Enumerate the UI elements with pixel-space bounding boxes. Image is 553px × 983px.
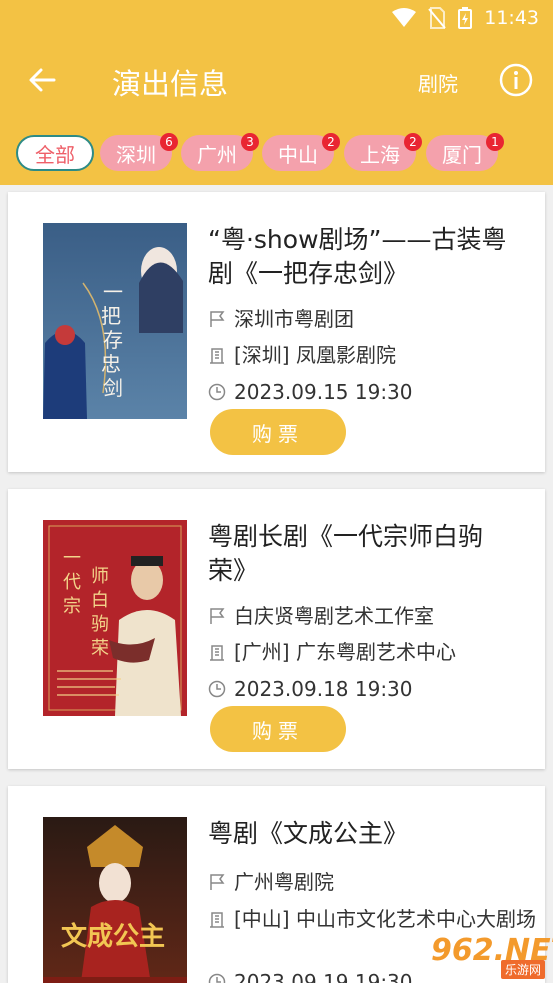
flag-icon [210, 311, 225, 327]
event-poster[interactable]: 一 代 宗 师 白 驹 荣 [43, 520, 187, 716]
info-icon [499, 63, 533, 97]
filter-chip-shenzhen[interactable]: 深圳 6 [100, 133, 178, 171]
event-datetime: 2023.09.18 19:30 [234, 677, 413, 701]
building-icon [210, 348, 224, 364]
clock-icon [208, 680, 226, 698]
status-bar: 11:43 [392, 6, 539, 30]
filter-chip-zhongshan[interactable]: 中山 2 [262, 133, 340, 171]
venue-row: [中山] 中山市文化艺术中心大剧场 [208, 906, 538, 932]
event-title[interactable]: 粤剧《文成公主》 [208, 817, 508, 851]
event-poster[interactable]: 一 把 存 忠 剑 [43, 223, 187, 419]
svg-text:宗: 宗 [63, 596, 81, 617]
filter-chip-guangzhou[interactable]: 广州 3 [181, 133, 259, 171]
svg-text:文成公主: 文成公主 [61, 921, 165, 952]
top-bar: 11:43 演出信息 剧院 全部 深圳 6 广州 3 中山 2 上海 2 厦门 … [0, 0, 553, 185]
event-card[interactable]: 一 把 存 忠 剑 “粤·show剧场”——古装粤剧《一把存忠剑》 深圳市粤剧团… [8, 192, 545, 472]
svg-text:师: 师 [91, 566, 109, 587]
app-bar: 演出信息 剧院 [0, 48, 553, 112]
event-troupe: 白庆贤粤剧艺术工作室 [234, 604, 434, 628]
svg-text:白: 白 [91, 590, 109, 611]
clock-icon [208, 973, 226, 983]
venue-row: [深圳] 凤凰影剧院 [208, 342, 538, 368]
event-troupe: 广州粤剧院 [234, 870, 334, 894]
buy-ticket-button[interactable]: 购票 [210, 409, 346, 455]
buy-ticket-button[interactable]: 购票 [210, 706, 346, 752]
flag-icon [210, 608, 225, 624]
filter-chip-label: 上海 [360, 142, 400, 167]
building-icon [210, 645, 224, 661]
svg-text:剑: 剑 [103, 376, 123, 400]
filter-chip-label: 深圳 [116, 142, 156, 167]
count-badge: 1 [486, 133, 504, 151]
filter-chip-xiamen[interactable]: 厦门 1 [426, 133, 504, 171]
flag-icon [210, 874, 225, 890]
clock-icon [208, 383, 226, 401]
count-badge: 3 [241, 133, 259, 151]
event-card[interactable]: 一 代 宗 师 白 驹 荣 粤剧长剧《一代宗师白驹荣》 白庆贤粤剧艺术工作室 [… [8, 489, 545, 769]
info-button[interactable] [499, 63, 533, 97]
event-datetime: 2023.09.15 19:30 [234, 380, 413, 404]
filter-chip-label: 广州 [197, 142, 237, 167]
count-badge: 2 [322, 133, 340, 151]
datetime-row: 2023.09.18 19:30 [208, 676, 538, 702]
troupe-row: 白庆贤粤剧艺术工作室 [208, 603, 538, 629]
site-watermark: 962.NET 乐游网 [421, 933, 553, 979]
theater-link[interactable]: 剧院 [418, 68, 458, 97]
svg-text:驹: 驹 [91, 614, 109, 635]
filter-chip-shanghai[interactable]: 上海 2 [344, 133, 422, 171]
svg-text:忠: 忠 [101, 352, 121, 376]
svg-text:一: 一 [103, 280, 123, 304]
troupe-row: 广州粤剧院 [208, 869, 538, 895]
arrow-left-icon [29, 68, 56, 92]
svg-text:存: 存 [103, 328, 123, 352]
watermark-sub: 乐游网 [500, 960, 545, 979]
svg-text:一: 一 [63, 548, 81, 569]
event-title[interactable]: 粤剧长剧《一代宗师白驹荣》 [208, 520, 508, 588]
event-venue: [广州] 广东粤剧艺术中心 [234, 640, 456, 664]
event-venue: [中山] 中山市文化艺术中心大剧场 [234, 907, 536, 931]
filter-chip-all[interactable]: 全部 [16, 135, 94, 171]
event-venue: [深圳] 凤凰影剧院 [234, 343, 396, 367]
battery-charging-icon [458, 7, 473, 29]
svg-text:代: 代 [63, 572, 81, 593]
event-poster[interactable]: 文成公主 [43, 817, 187, 983]
wifi-icon [392, 8, 417, 27]
count-badge: 2 [404, 133, 422, 151]
svg-text:把: 把 [101, 304, 121, 328]
back-button[interactable] [22, 62, 62, 98]
no-sim-icon [428, 7, 446, 29]
datetime-row: 2023.09.15 19:30 [208, 379, 538, 405]
filter-chip-label: 全部 [35, 142, 75, 167]
event-datetime: 2023.09.19 19:30 [234, 970, 413, 983]
venue-row: [广州] 广东粤剧艺术中心 [208, 639, 538, 665]
event-title[interactable]: “粤·show剧场”——古装粤剧《一把存忠剑》 [208, 223, 508, 291]
count-badge: 6 [160, 133, 178, 151]
status-time: 11:43 [484, 7, 539, 29]
building-icon [210, 912, 224, 928]
svg-text:荣: 荣 [91, 638, 109, 659]
filter-chip-label: 厦门 [442, 142, 482, 167]
filter-chip-label: 中山 [278, 142, 318, 167]
event-troupe: 深圳市粤剧团 [234, 307, 354, 331]
page-title: 演出信息 [112, 67, 229, 101]
troupe-row: 深圳市粤剧团 [208, 306, 538, 332]
